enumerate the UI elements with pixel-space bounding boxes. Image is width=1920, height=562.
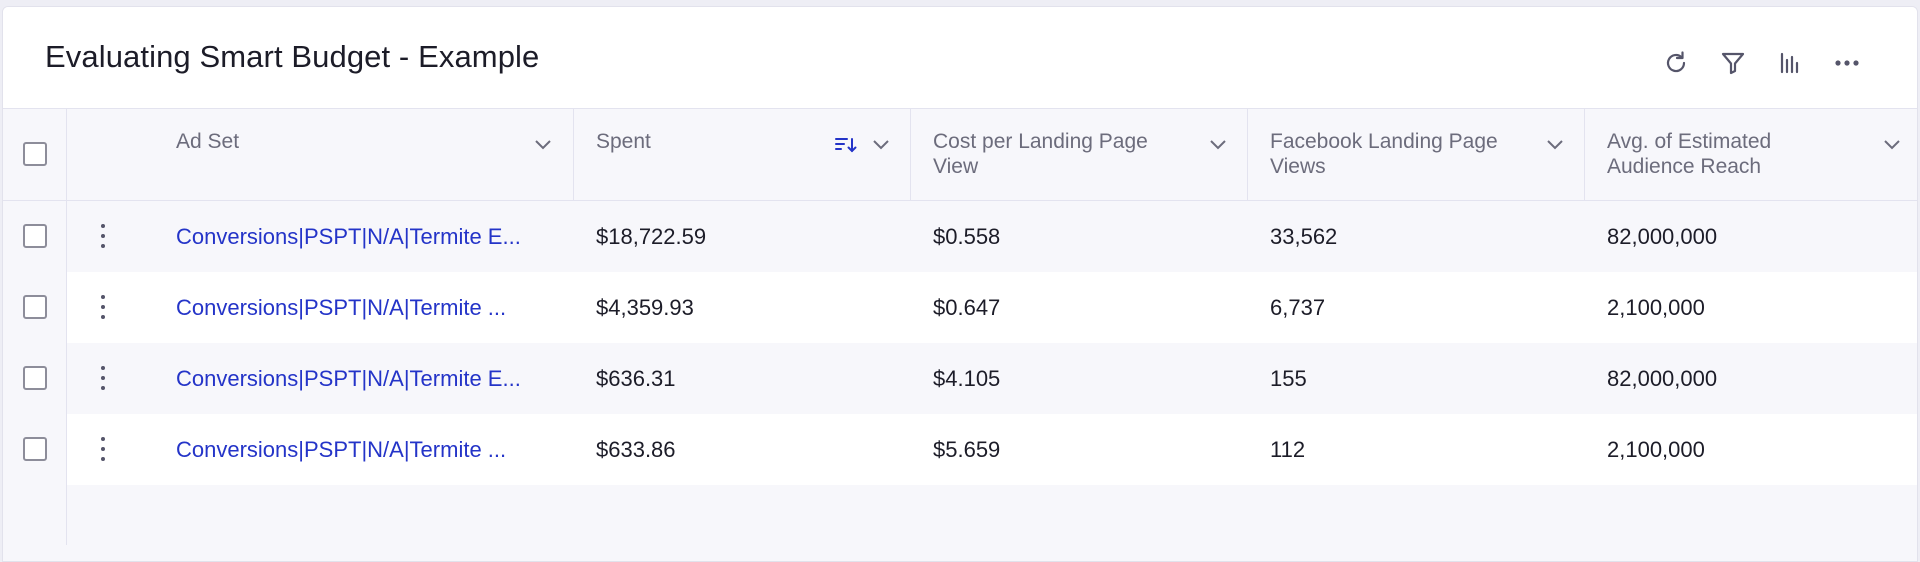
more-options-button[interactable] bbox=[1829, 45, 1865, 81]
column-header-cost-per-landing-page-view[interactable]: Cost per Landing Page View bbox=[911, 109, 1248, 201]
row-checkbox[interactable] bbox=[23, 295, 47, 319]
select-all-checkbox[interactable] bbox=[23, 142, 47, 166]
column-header-audience-reach[interactable]: Avg. of Estimated Audience Reach bbox=[1585, 109, 1917, 201]
fb-lpv-value: 112 bbox=[1270, 437, 1306, 462]
row-actions-icon[interactable] bbox=[93, 292, 113, 322]
row-select-cell bbox=[3, 414, 67, 485]
ad-set-link[interactable]: Conversions|PSPT|N/A|Termite ... bbox=[176, 272, 506, 343]
audience-reach-value: 2,100,000 bbox=[1607, 437, 1705, 462]
row-checkbox[interactable] bbox=[23, 224, 47, 248]
row-checkbox[interactable] bbox=[23, 366, 47, 390]
filter-button[interactable] bbox=[1715, 45, 1751, 81]
chevron-down-icon[interactable] bbox=[1209, 139, 1227, 151]
fb-lpv-value: 6,737 bbox=[1270, 295, 1326, 320]
audience-reach-value: 82,000,000 bbox=[1607, 224, 1718, 249]
filter-icon bbox=[1721, 52, 1745, 75]
column-header-ad-set[interactable]: Ad Set bbox=[67, 109, 574, 201]
table-row: Conversions|PSPT|N/A|Termite E... $18,72… bbox=[3, 201, 1917, 272]
chevron-down-icon[interactable] bbox=[534, 139, 552, 151]
widget-toolbar bbox=[1637, 45, 1865, 81]
select-all-header bbox=[3, 109, 67, 201]
table-row: Conversions|PSPT|N/A|Termite E... $636.3… bbox=[3, 343, 1917, 414]
cost-per-lpv-value: $5.659 bbox=[933, 437, 1001, 462]
refresh-icon bbox=[1666, 51, 1686, 73]
column-label: Facebook Landing Page Views bbox=[1270, 130, 1498, 178]
refresh-button[interactable] bbox=[1658, 45, 1694, 81]
bar-chart-icon bbox=[1780, 52, 1799, 74]
column-label: Cost per Landing Page View bbox=[933, 130, 1148, 178]
fb-lpv-value: 155 bbox=[1270, 366, 1307, 391]
chevron-down-icon[interactable] bbox=[872, 139, 890, 151]
row-select-cell bbox=[3, 272, 67, 343]
spent-value: $633.86 bbox=[596, 437, 676, 462]
row-actions-icon[interactable] bbox=[93, 221, 113, 251]
select-column-filler bbox=[3, 485, 67, 545]
cost-per-lpv-value: $0.558 bbox=[933, 224, 1001, 249]
more-horizontal-icon bbox=[1835, 60, 1859, 66]
table-row: Conversions|PSPT|N/A|Termite ... $633.86… bbox=[3, 414, 1917, 485]
row-actions-icon[interactable] bbox=[93, 363, 113, 393]
widget-title: Evaluating Smart Budget - Example bbox=[45, 39, 540, 74]
ad-set-link[interactable]: Conversions|PSPT|N/A|Termite ... bbox=[176, 414, 506, 485]
audience-reach-value: 82,000,000 bbox=[1607, 366, 1718, 391]
column-header-facebook-landing-page-views[interactable]: Facebook Landing Page Views bbox=[1248, 109, 1585, 201]
widget-header: Evaluating Smart Budget - Example bbox=[3, 7, 1917, 108]
column-label: Spent bbox=[596, 130, 651, 153]
cost-per-lpv-value: $0.647 bbox=[933, 295, 1001, 320]
chevron-down-icon[interactable] bbox=[1883, 139, 1901, 151]
fb-lpv-value: 33,562 bbox=[1270, 224, 1338, 249]
column-label: Avg. of Estimated Audience Reach bbox=[1607, 130, 1772, 178]
data-table: Ad Set Spent Cost per Landing Page View … bbox=[3, 108, 1917, 545]
sort-descending-icon[interactable] bbox=[834, 136, 858, 154]
audience-reach-value: 2,100,000 bbox=[1607, 295, 1705, 320]
column-label: Ad Set bbox=[176, 130, 240, 153]
chart-button[interactable] bbox=[1772, 45, 1808, 81]
column-header-spent[interactable]: Spent bbox=[574, 109, 911, 201]
row-actions-icon[interactable] bbox=[93, 434, 113, 464]
spent-value: $636.31 bbox=[596, 366, 676, 391]
spent-value: $18,722.59 bbox=[596, 224, 707, 249]
table-header: Ad Set Spent Cost per Landing Page View … bbox=[3, 108, 1917, 201]
table-row: Conversions|PSPT|N/A|Termite ... $4,359.… bbox=[3, 272, 1917, 343]
chevron-down-icon[interactable] bbox=[1546, 139, 1564, 151]
ad-set-link[interactable]: Conversions|PSPT|N/A|Termite E... bbox=[176, 343, 521, 414]
ad-set-link[interactable]: Conversions|PSPT|N/A|Termite E... bbox=[176, 201, 521, 272]
row-select-cell bbox=[3, 201, 67, 272]
table-empty-area bbox=[3, 485, 1917, 545]
cost-per-lpv-value: $4.105 bbox=[933, 366, 1001, 391]
row-checkbox[interactable] bbox=[23, 437, 47, 461]
row-select-cell bbox=[3, 343, 67, 414]
spent-value: $4,359.93 bbox=[596, 295, 694, 320]
report-widget: Evaluating Smart Budget - Example Ad Set… bbox=[2, 6, 1918, 562]
